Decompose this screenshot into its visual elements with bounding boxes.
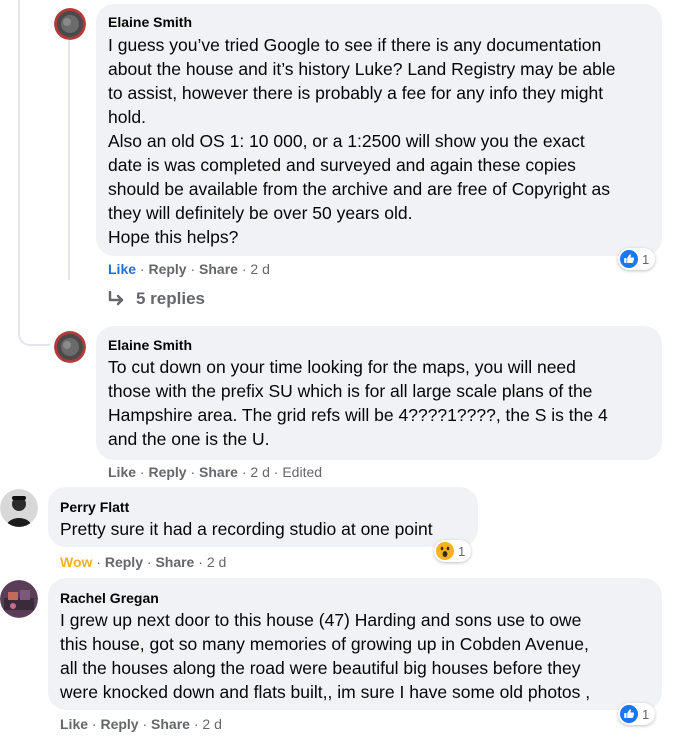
reaction-count: 1 bbox=[642, 251, 650, 267]
comment-timestamp[interactable]: 2 d bbox=[202, 716, 221, 732]
comment-author[interactable]: Elaine Smith bbox=[108, 14, 192, 30]
avatar[interactable] bbox=[0, 489, 38, 527]
reply-arrow-icon bbox=[108, 291, 124, 306]
separator: · bbox=[96, 554, 105, 570]
comment-line: Also an old OS 1: 10 000, or a 1:2500 wi… bbox=[108, 131, 585, 151]
share-button[interactable]: Share bbox=[199, 261, 238, 277]
comment-line: hold. bbox=[108, 107, 146, 127]
reply-button[interactable]: Reply bbox=[105, 554, 143, 570]
reaction-count: 1 bbox=[458, 543, 466, 559]
share-button[interactable]: Share bbox=[199, 464, 238, 480]
like-reaction-icon bbox=[620, 250, 638, 268]
comment-line: to assist, however there is probably a f… bbox=[108, 83, 604, 103]
wow-button[interactable]: Wow bbox=[60, 554, 92, 570]
comment-author[interactable]: Elaine Smith bbox=[108, 337, 192, 353]
comment-line: all the houses along the road were beaut… bbox=[60, 658, 581, 678]
like-button[interactable]: Like bbox=[108, 464, 136, 480]
comment-text: Pretty sure it had a recording studio at… bbox=[60, 517, 472, 541]
avatar[interactable] bbox=[54, 331, 86, 363]
view-replies-link[interactable]: 5 replies bbox=[108, 289, 205, 309]
comment-line: were knocked down and flats built,, im s… bbox=[60, 682, 591, 702]
comment-line: about the house and it’s history Luke? L… bbox=[108, 59, 616, 79]
comment-line: and the one is the U. bbox=[108, 429, 270, 449]
comment-timestamp[interactable]: 2 d bbox=[207, 554, 226, 570]
reply-button[interactable]: Reply bbox=[100, 716, 138, 732]
avatar[interactable] bbox=[0, 580, 38, 618]
avatar-image bbox=[54, 331, 86, 363]
avatar[interactable] bbox=[54, 8, 86, 40]
comment-line: I grew up next door to this house (47) H… bbox=[60, 610, 582, 630]
like-reaction-icon bbox=[620, 705, 638, 723]
wow-reaction-icon bbox=[436, 542, 454, 560]
comment-line: this house, got so many memories of grow… bbox=[60, 634, 589, 654]
reply-button[interactable]: Reply bbox=[148, 464, 186, 480]
comment-line: Hampshire area. The grid refs will be 4?… bbox=[108, 405, 608, 425]
comment-line: I guess you’ve tried Google to see if th… bbox=[108, 35, 602, 55]
separator: · bbox=[190, 261, 200, 277]
avatar-image bbox=[0, 489, 38, 527]
like-button[interactable]: Like bbox=[108, 261, 136, 277]
share-button[interactable]: Share bbox=[151, 716, 190, 732]
avatar-image bbox=[0, 580, 38, 618]
comment-actions: Like · Reply · Share · 2 d · Edited bbox=[108, 464, 322, 480]
thread-line-inner bbox=[68, 40, 70, 280]
comment-line: Hope this helps? bbox=[108, 227, 239, 247]
comment-line: Pretty sure it had a recording studio at… bbox=[60, 519, 433, 539]
comment-text: To cut down on your time looking for the… bbox=[108, 355, 656, 451]
separator: · bbox=[198, 554, 207, 570]
comment-author[interactable]: Perry Flatt bbox=[60, 499, 129, 515]
comment-author[interactable]: Rachel Gregan bbox=[60, 590, 159, 606]
avatar-image bbox=[54, 8, 86, 40]
comment-timestamp[interactable]: 2 d bbox=[250, 261, 269, 277]
reaction-count: 1 bbox=[642, 706, 650, 722]
separator: · bbox=[190, 464, 200, 480]
comment-actions: Like · Reply · Share · 2 d bbox=[60, 716, 222, 732]
edited-label[interactable]: Edited bbox=[282, 464, 322, 480]
comment-line: To cut down on your time looking for the… bbox=[108, 357, 576, 377]
reaction-badge[interactable]: 1 bbox=[434, 540, 472, 562]
comment-timestamp[interactable]: 2 d bbox=[250, 464, 269, 480]
comment-line: those with the prefix SU which is for al… bbox=[108, 381, 593, 401]
reaction-badge[interactable]: 1 bbox=[618, 248, 656, 270]
comment-actions: Like · Reply · Share · 2 d bbox=[108, 261, 270, 277]
comment-line: date is was completed and surveyed and a… bbox=[108, 155, 576, 175]
comment-actions: Wow · Reply · Share · 2 d bbox=[60, 554, 226, 570]
separator: · bbox=[142, 716, 152, 732]
comment-line: they will definitely be over 50 years ol… bbox=[108, 203, 413, 223]
reply-button[interactable]: Reply bbox=[148, 261, 186, 277]
like-button[interactable]: Like bbox=[60, 716, 88, 732]
thread-line-outer bbox=[18, 0, 20, 316]
replies-label: 5 replies bbox=[136, 289, 205, 308]
comment-line: should be available from the archive and… bbox=[108, 179, 610, 199]
share-button[interactable]: Share bbox=[155, 554, 194, 570]
comment-text: I grew up next door to this house (47) H… bbox=[60, 608, 656, 704]
thread-elbow-replies bbox=[68, 262, 102, 298]
thread-elbow-second bbox=[18, 300, 50, 346]
reaction-badge[interactable]: 1 bbox=[618, 703, 656, 725]
comment-text: I guess you’ve tried Google to see if th… bbox=[108, 33, 656, 249]
